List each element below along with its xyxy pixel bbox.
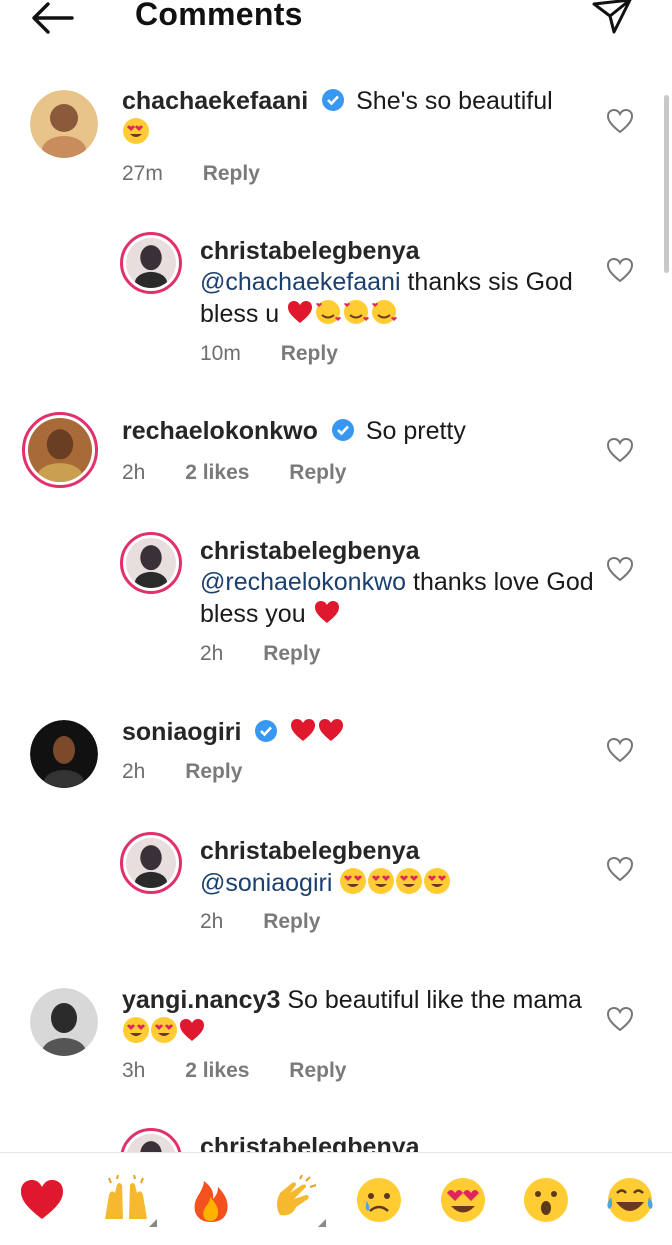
heart-eyes-emoji-icon: [340, 868, 367, 894]
reaction-tears-of-joy[interactable]: [605, 1175, 655, 1225]
comment-username[interactable]: rechaelokonkwo: [122, 417, 318, 445]
scrollbar[interactable]: [664, 95, 669, 273]
like-heart-icon[interactable]: [606, 257, 634, 283]
likes-count[interactable]: 2 likes: [185, 1059, 249, 1082]
heart-eyes-emoji-icon: [368, 868, 395, 894]
smiling-hearts-emoji-icon: [316, 300, 342, 324]
fire-icon: [194, 1181, 228, 1222]
like-heart-icon[interactable]: [606, 437, 634, 463]
comment-text: So beautiful like the mama: [287, 986, 582, 1014]
reply-button[interactable]: Reply: [263, 910, 320, 933]
comment-time: 2h: [122, 461, 146, 484]
heart-eyes-emoji-icon: [396, 868, 423, 894]
avatar[interactable]: [120, 1128, 182, 1152]
reply-button[interactable]: Reply: [185, 760, 242, 783]
comment-username[interactable]: christabelegbenya: [200, 237, 420, 265]
heart-eyes-emoji-icon: [123, 1017, 149, 1043]
comment-username[interactable]: yangi.nancy3: [122, 986, 280, 1014]
comment-text: She's so beautiful: [356, 87, 553, 115]
reaction-surprised-face[interactable]: [521, 1175, 571, 1225]
reaction-crying-face[interactable]: [354, 1175, 404, 1225]
heart-eyes-emoji-icon: [123, 118, 149, 144]
reaction-clapping-hands[interactable]: [270, 1174, 326, 1227]
like-heart-icon[interactable]: [606, 108, 634, 134]
comment-username[interactable]: christabelegbenya: [200, 837, 420, 865]
reply-button[interactable]: Reply: [263, 642, 320, 665]
avatar[interactable]: [30, 90, 98, 158]
reply-button[interactable]: Reply: [203, 162, 260, 185]
tears-of-joy-icon: [607, 1178, 653, 1222]
clapping-hands-icon: [277, 1174, 317, 1216]
red-heart-emoji-icon: [180, 1019, 204, 1041]
reply-button[interactable]: Reply: [281, 342, 338, 365]
comment-username[interactable]: christabelegbenya: [200, 1133, 420, 1152]
comment-time: 10m: [200, 342, 241, 365]
heart-eyes-emoji-icon: [151, 1017, 177, 1043]
smiling-hearts-emoji-icon: [344, 300, 370, 324]
reaction-red-heart[interactable]: [17, 1175, 67, 1225]
raising-hands-icon: [105, 1174, 147, 1219]
reaction-raising-hands[interactable]: [101, 1174, 157, 1227]
red-heart-emoji-icon: [314, 601, 339, 623]
reply-button[interactable]: Reply: [289, 461, 346, 484]
mention-link[interactable]: @chachaekefaani: [200, 268, 401, 296]
avatar[interactable]: [120, 232, 182, 294]
avatar[interactable]: [30, 988, 98, 1056]
reaction-heart-eyes[interactable]: [438, 1175, 488, 1225]
comment-time: 2h: [200, 910, 224, 933]
surprised-face-icon: [524, 1178, 568, 1222]
like-heart-icon[interactable]: [606, 856, 634, 882]
comment-username[interactable]: soniaogiri: [122, 718, 241, 746]
likes-count[interactable]: 2 likes: [185, 461, 249, 484]
like-heart-icon[interactable]: [606, 1006, 634, 1032]
smiling-hearts-emoji-icon: [372, 300, 398, 324]
red-heart-icon: [21, 1180, 63, 1219]
verified-badge-icon: [331, 419, 354, 441]
like-heart-icon[interactable]: [606, 737, 634, 763]
red-heart-emoji-icon: [319, 719, 344, 741]
comment-list: chachaekefaani She's so beautiful 27m Re…: [0, 0, 660, 1152]
red-heart-emoji-icon: [291, 719, 316, 741]
like-heart-icon[interactable]: [606, 556, 634, 582]
crying-face-icon: [357, 1178, 401, 1222]
avatar[interactable]: [30, 720, 98, 788]
comment-text: So pretty: [365, 417, 466, 445]
red-heart-emoji-icon: [288, 301, 313, 323]
quick-reaction-bar: [0, 1152, 672, 1245]
comment-username[interactable]: chachaekefaani: [122, 87, 308, 115]
comment-time: 27m: [122, 162, 163, 185]
mention-link[interactable]: @soniaogiri: [200, 869, 332, 897]
avatar[interactable]: [22, 412, 98, 488]
avatar[interactable]: [120, 832, 182, 894]
comment-time: 3h: [122, 1059, 146, 1082]
verified-badge-icon: [255, 720, 278, 742]
heart-eyes-emoji-icon: [424, 868, 451, 894]
comment-username[interactable]: christabelegbenya: [200, 537, 420, 565]
mention-link[interactable]: @rechaelokonkwo: [200, 568, 406, 596]
comment-time: 2h: [200, 642, 224, 665]
comment-time: 2h: [122, 760, 146, 783]
reply-button[interactable]: Reply: [289, 1059, 346, 1082]
avatar[interactable]: [120, 532, 182, 594]
verified-badge-icon: [322, 89, 345, 111]
reaction-fire[interactable]: [186, 1175, 236, 1225]
heart-eyes-icon: [441, 1178, 485, 1222]
